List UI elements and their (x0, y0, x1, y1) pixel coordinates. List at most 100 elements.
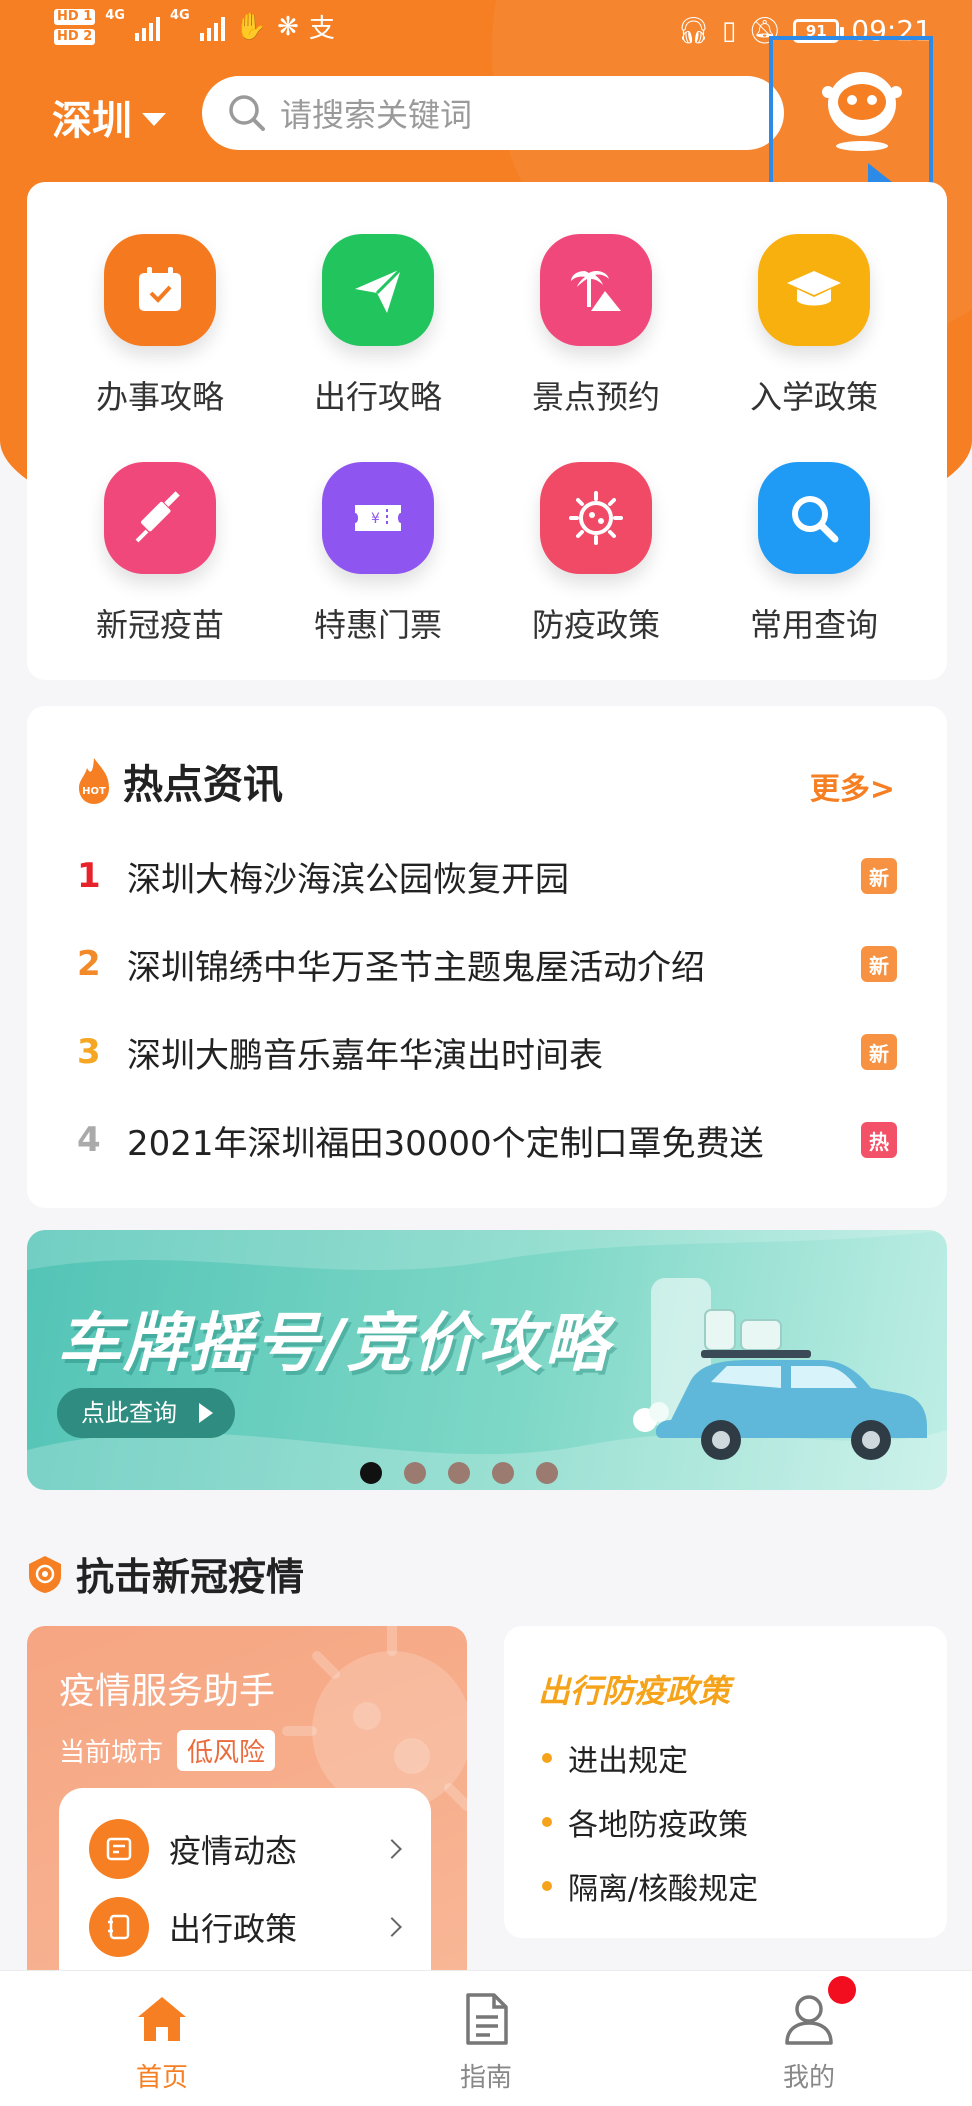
policy-link[interactable]: 隔离/核酸规定 (542, 1864, 758, 1908)
tab-guide[interactable]: 指南 (416, 1989, 556, 2094)
banner-title: 车牌摇号/竞价攻略 (57, 1307, 611, 1381)
city-label: 深圳 (52, 98, 132, 144)
palm-mountain-icon (571, 271, 621, 311)
news-headline: 深圳锦绣中华万圣节主题鬼屋活动介绍 (127, 947, 705, 988)
covid-section-title: 抗击新冠疫情 (76, 1555, 305, 1599)
banner-dot[interactable] (360, 1462, 382, 1484)
news-item[interactable]: 1 深圳大梅沙海滨公园恢复开园 新 (77, 846, 897, 906)
tab-profile-label: 我的 (782, 2063, 835, 2093)
travel-policy-label: 出行政策 (169, 1910, 298, 1948)
tab-profile[interactable]: 我的 (739, 1989, 879, 2094)
news-rank: 3 (77, 1032, 101, 1072)
service-label: 特惠门票 (313, 606, 442, 644)
service-icon-bg (540, 234, 652, 346)
service-label: 办事攻略 (95, 378, 224, 416)
news-headline: 深圳大鹏音乐嘉年华演出时间表 (127, 1035, 603, 1076)
banner-query-button[interactable]: 点此查询 (57, 1388, 235, 1438)
service-item[interactable]: 入学政策 (714, 234, 914, 434)
banner-dot[interactable] (404, 1462, 426, 1484)
service-item[interactable]: 常用查询 (714, 462, 914, 662)
services-card: 办事攻略 出行攻略 景点预约 入学政策 新冠疫苗 ¥ 特惠门票 防疫政策 常用查… (27, 182, 947, 680)
robot-assistant-icon (822, 72, 902, 151)
service-label: 防疫政策 (531, 606, 660, 644)
service-item[interactable]: 防疫政策 (496, 462, 696, 662)
news-rank: 4 (77, 1120, 101, 1160)
news-tag: 新 (861, 946, 897, 982)
service-item[interactable]: 出行攻略 (278, 234, 478, 434)
sim2-label: HD 2 (54, 28, 96, 45)
headphones-icon: 🎧︎ (676, 15, 710, 46)
search-placeholder: 请搜索关键词 (280, 96, 473, 134)
service-item[interactable]: 办事攻略 (60, 234, 260, 434)
vibrate-icon: ▯ (721, 15, 737, 46)
hot-news-card: HOT 热点资讯 更多> 1 深圳大梅沙海滨公园恢复开园 新 2 深圳锦绣中华万… (27, 706, 947, 1208)
tab-home[interactable]: 首页 (92, 1989, 232, 2094)
banner-pagination (360, 1462, 558, 1484)
bottom-tab-bar: 首页 指南 我的 (0, 1970, 972, 2106)
policy-link[interactable]: 各地防疫政策 (542, 1800, 748, 1844)
service-label: 常用查询 (749, 606, 878, 644)
covid-assistant-card: 疫情服务助手 当前城市 低风险 疫情动态 出行政策 (27, 1626, 467, 2026)
banner-dot[interactable] (448, 1462, 470, 1484)
search-icon (792, 496, 839, 543)
service-icon-bg (540, 462, 652, 574)
shield-target-icon (29, 1555, 61, 1593)
news-tag: 新 (861, 858, 897, 894)
service-item[interactable]: 景点预约 (496, 234, 696, 434)
banner-dot[interactable] (492, 1462, 514, 1484)
paper-plane-icon (355, 267, 403, 313)
document-icon (466, 1993, 508, 2045)
service-icon-bg (104, 462, 216, 574)
news-rank: 1 (77, 856, 101, 896)
promo-banner[interactable]: 车牌摇号/竞价攻略 点此查询 (27, 1230, 947, 1490)
city-selector[interactable]: 深圳 (52, 88, 166, 146)
app-notification-icon: ❋ (277, 11, 299, 42)
search-input[interactable]: 请搜索关键词 (202, 76, 784, 150)
news-headline: 2021年深圳福田30000个定制口罩免费送 (127, 1123, 764, 1164)
calendar-check-icon (139, 267, 181, 311)
more-news-link[interactable]: 更多> (810, 764, 895, 808)
policy-link[interactable]: 进出规定 (542, 1736, 688, 1780)
covid-news-item[interactable]: 疫情动态 (89, 1818, 409, 1880)
signal1-icon (134, 13, 160, 41)
service-icon-bg (758, 234, 870, 346)
service-icon-bg: ¥ (322, 462, 434, 574)
notification-dot (828, 1976, 856, 2004)
network1-label: 4G (105, 8, 125, 23)
svg-text:¥: ¥ (371, 511, 380, 527)
service-icon-bg (758, 462, 870, 574)
banner-dot[interactable] (536, 1462, 558, 1484)
ticket-icon: ¥ (355, 505, 401, 531)
hand-icon: ✋ (234, 11, 268, 42)
tab-home-label: 首页 (135, 2063, 188, 2093)
alipay-icon: 支 (308, 14, 335, 44)
news-item[interactable]: 3 深圳大鹏音乐嘉年华演出时间表 新 (77, 1022, 897, 1082)
virus-icon (569, 491, 623, 545)
hot-news-title: 热点资讯 (123, 762, 283, 808)
tab-guide-label: 指南 (459, 2063, 512, 2093)
car-illustration-icon (633, 1278, 927, 1460)
travel-policy-item[interactable]: 出行政策 (89, 1896, 409, 1958)
news-icon (89, 1819, 149, 1879)
graduation-cap-icon (787, 271, 841, 306)
service-icon-bg (104, 234, 216, 346)
chevron-right-icon (382, 1839, 402, 1859)
covid-news-label: 疫情动态 (169, 1832, 298, 1870)
notebook-icon (89, 1897, 149, 1957)
service-item[interactable]: 新冠疫苗 (60, 462, 260, 662)
news-item[interactable]: 4 2021年深圳福田30000个定制口罩免费送 热 (77, 1110, 897, 1170)
chevron-right-icon (382, 1917, 402, 1937)
travel-policy-title: 出行防疫政策 (538, 1672, 731, 1710)
service-label: 入学政策 (749, 378, 878, 416)
service-icon-bg (322, 234, 434, 346)
service-label: 出行攻略 (313, 378, 442, 416)
travel-policy-card: 出行防疫政策 进出规定 各地防疫政策 隔离/核酸规定 (504, 1626, 947, 1938)
syringe-icon (135, 491, 180, 543)
service-label: 景点预约 (531, 378, 660, 416)
news-item[interactable]: 2 深圳锦绣中华万圣节主题鬼屋活动介绍 新 (77, 934, 897, 994)
network2-label: 4G (169, 8, 190, 23)
current-city-label: 当前城市 (59, 1738, 164, 1768)
service-item[interactable]: ¥ 特惠门票 (278, 462, 478, 662)
news-tag: 新 (861, 1034, 897, 1070)
sim1-label: HD 1 (54, 8, 96, 25)
